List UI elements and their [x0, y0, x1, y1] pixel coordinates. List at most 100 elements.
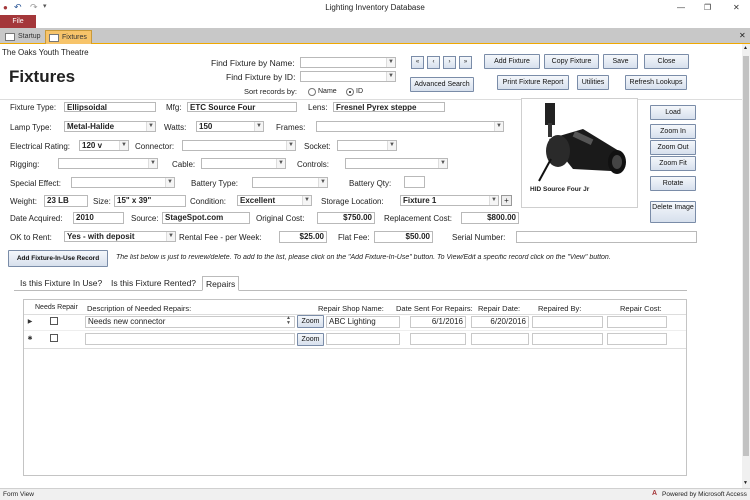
close-window-button[interactable]: ✕ — [733, 3, 740, 12]
tab-fixtures[interactable]: Fixtures — [45, 30, 92, 44]
scroll-thumb[interactable] — [743, 56, 749, 456]
scroll-up-icon[interactable]: ▲ — [743, 45, 748, 51]
chevron-down-icon[interactable]: ▼ — [386, 72, 395, 81]
date-sent-cell[interactable] — [410, 333, 466, 345]
zoom-out-button[interactable]: Zoom Out — [650, 140, 696, 155]
watts-combo[interactable]: 150 ▼ — [196, 121, 264, 132]
cable-combo[interactable]: ▼ — [201, 158, 286, 169]
repair-date-cell[interactable] — [471, 333, 529, 345]
description-cell[interactable]: Needs new connector — [85, 316, 295, 328]
first-record-button[interactable]: « — [411, 56, 424, 69]
chevron-down-icon[interactable]: ▼ — [318, 178, 327, 187]
socket-combo[interactable]: ▼ — [337, 140, 397, 151]
lens-combo[interactable]: Fresnel Pyrex steppe — [333, 102, 445, 112]
needs-repair-checkbox[interactable] — [50, 334, 58, 342]
previous-record-button[interactable]: ‹ — [427, 56, 440, 69]
table-row[interactable]: ▶ Needs new connector ▲ ▼ Zoom ABC Lighti… — [24, 315, 686, 331]
shop-cell[interactable]: ABC Lighting — [326, 316, 400, 328]
source-field[interactable]: StageSpot.com — [162, 212, 250, 224]
connector-combo[interactable]: ▼ — [182, 140, 296, 151]
chevron-down-icon[interactable]: ▼ — [166, 232, 175, 241]
repaired-by-cell[interactable] — [532, 316, 603, 328]
repaired-by-cell[interactable] — [532, 333, 603, 345]
storage-location-combo[interactable]: Fixture 1 ▼ — [400, 195, 499, 206]
chevron-down-icon[interactable]: ▼ — [165, 178, 174, 187]
zoom-button[interactable]: Zoom — [297, 333, 324, 346]
fixture-type-combo[interactable]: Ellipsoidal — [64, 102, 156, 112]
new-record-icon[interactable]: ✱ — [25, 333, 35, 346]
scroll-down-icon[interactable]: ▼ — [743, 480, 748, 486]
find-by-id-combo[interactable]: ▼ — [300, 71, 396, 82]
ok-to-rent-combo[interactable]: Yes - with deposit ▼ — [64, 231, 176, 242]
save-button[interactable]: Save — [603, 54, 638, 69]
spinner-icon[interactable]: ▲ ▼ — [286, 316, 291, 326]
chevron-down-icon[interactable]: ▼ — [146, 122, 155, 131]
form-scrollbar[interactable]: ▲ ▼ — [742, 44, 750, 488]
chevron-down-icon[interactable]: ▼ — [286, 141, 295, 150]
tab-repairs[interactable]: Repairs — [202, 276, 240, 291]
add-fixture-button[interactable]: Add Fixture — [484, 54, 540, 69]
tab-fixture-in-use[interactable]: Is this Fixture In Use? — [17, 276, 105, 291]
original-cost-field[interactable]: $750.00 — [317, 212, 375, 224]
zoom-button[interactable]: Zoom — [297, 315, 324, 328]
frames-combo[interactable]: ▼ — [316, 121, 504, 132]
serial-number-field[interactable] — [516, 231, 697, 243]
repair-cost-cell[interactable] — [607, 333, 667, 345]
advanced-search-button[interactable]: Advanced Search — [410, 77, 474, 92]
next-record-button[interactable]: › — [443, 56, 456, 69]
battery-type-combo[interactable]: ▼ — [252, 177, 328, 188]
chevron-down-icon[interactable]: ▼ — [438, 159, 447, 168]
chevron-down-icon[interactable]: ▼ — [302, 196, 311, 205]
date-sent-cell[interactable]: 6/1/2016 — [410, 316, 466, 328]
chevron-down-icon[interactable]: ▼ — [148, 159, 157, 168]
battery-qty-field[interactable] — [404, 176, 425, 188]
table-row[interactable]: ✱ Zoom — [24, 332, 686, 349]
load-image-button[interactable]: Load — [650, 105, 696, 120]
rigging-combo[interactable]: ▼ — [58, 158, 158, 169]
flat-fee-field[interactable]: $50.00 — [374, 231, 433, 243]
chevron-down-icon[interactable]: ▼ — [494, 122, 503, 131]
copy-fixture-button[interactable]: Copy Fixture — [544, 54, 599, 69]
zoom-in-button[interactable]: Zoom In — [650, 124, 696, 139]
shop-cell[interactable] — [326, 333, 400, 345]
chevron-down-icon[interactable]: ▼ — [254, 122, 263, 131]
chevron-down-icon[interactable]: ▼ — [276, 159, 285, 168]
special-effect-combo[interactable]: ▼ — [71, 177, 175, 188]
print-fixture-report-button[interactable]: Print Fixture Report — [497, 75, 569, 90]
controls-combo[interactable]: ▼ — [345, 158, 448, 169]
description-cell[interactable] — [85, 333, 295, 345]
repair-date-cell[interactable]: 6/20/2016 — [471, 316, 529, 328]
close-tab-icon[interactable]: ✕ — [739, 31, 746, 40]
delete-image-button[interactable]: Delete Image — [650, 201, 696, 223]
size-field[interactable]: 15" x 39" — [114, 195, 186, 207]
chevron-down-icon[interactable]: ▼ — [489, 196, 498, 205]
mfg-combo[interactable]: ETC Source Four — [187, 102, 297, 112]
last-record-button[interactable]: » — [459, 56, 472, 69]
sort-name-radio[interactable] — [308, 88, 316, 96]
chevron-down-icon[interactable]: ▼ — [119, 141, 128, 150]
sort-id-radio[interactable] — [346, 88, 354, 96]
file-tab[interactable]: File — [0, 15, 36, 28]
tab-startup[interactable]: Startup — [2, 30, 45, 44]
needs-repair-checkbox[interactable] — [50, 317, 58, 325]
date-acquired-field[interactable]: 2010 — [73, 212, 124, 224]
chevron-down-icon[interactable]: ▼ — [387, 141, 396, 150]
electrical-rating-combo[interactable]: 120 v ▼ — [79, 140, 129, 151]
condition-combo[interactable]: Excellent ▼ — [237, 195, 312, 206]
lamp-type-combo[interactable]: Metal-Halide ▼ — [64, 121, 156, 132]
rental-fee-field[interactable]: $25.00 — [279, 231, 327, 243]
rotate-button[interactable]: Rotate — [650, 176, 696, 191]
close-button[interactable]: Close — [644, 54, 689, 69]
utilities-button[interactable]: Utilities — [577, 75, 609, 90]
weight-field[interactable]: 23 LB — [44, 195, 88, 207]
find-by-name-combo[interactable]: ▼ — [300, 57, 396, 68]
minimize-button[interactable]: — — [677, 3, 685, 12]
replacement-cost-field[interactable]: $800.00 — [461, 212, 519, 224]
restore-button[interactable]: ❐ — [704, 3, 711, 12]
refresh-lookups-button[interactable]: Refresh Lookups — [625, 75, 687, 90]
repair-cost-cell[interactable] — [607, 316, 667, 328]
add-storage-location-button[interactable]: + — [501, 195, 512, 206]
chevron-down-icon[interactable]: ▼ — [386, 58, 395, 67]
zoom-fit-button[interactable]: Zoom Fit — [650, 156, 696, 171]
tab-fixture-rented[interactable]: Is this Fixture Rented? — [108, 276, 199, 291]
